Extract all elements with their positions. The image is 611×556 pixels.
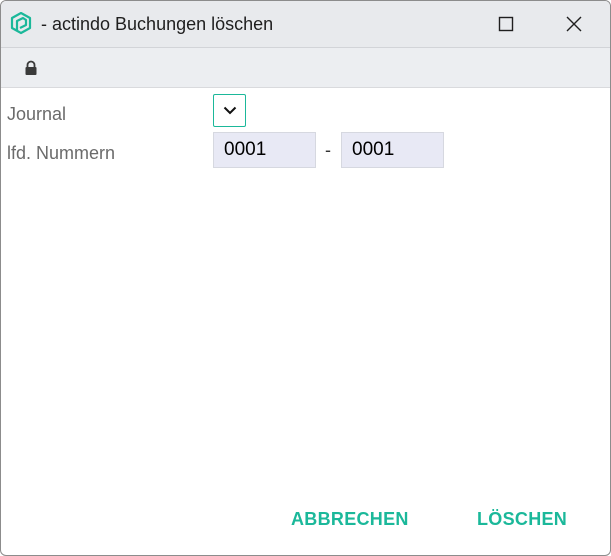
cancel-button[interactable]: ABBRECHEN [291,501,409,537]
range-from-input[interactable] [213,132,316,168]
journal-select[interactable] [213,94,246,127]
dialog-window: - actindo Buchungen löschen Journal lfd.… [0,0,611,556]
title-bar[interactable]: - actindo Buchungen löschen [1,1,610,48]
maximize-button[interactable] [481,1,531,47]
lfd-nummern-label: lfd. Nummern [7,143,116,163]
address-bar [1,48,610,88]
window-title: - actindo Buchungen löschen [41,14,274,34]
form-area: Journal lfd. Nummern - ABBRECHEN LÖSCHEN [1,88,610,555]
journal-label: Journal [7,104,67,124]
close-button[interactable] [549,1,599,47]
delete-button[interactable]: LÖSCHEN [477,501,567,537]
range-separator: - [325,140,331,160]
range-to-input[interactable] [341,132,444,168]
actindo-logo-icon [10,11,32,36]
lock-icon[interactable] [24,60,38,81]
